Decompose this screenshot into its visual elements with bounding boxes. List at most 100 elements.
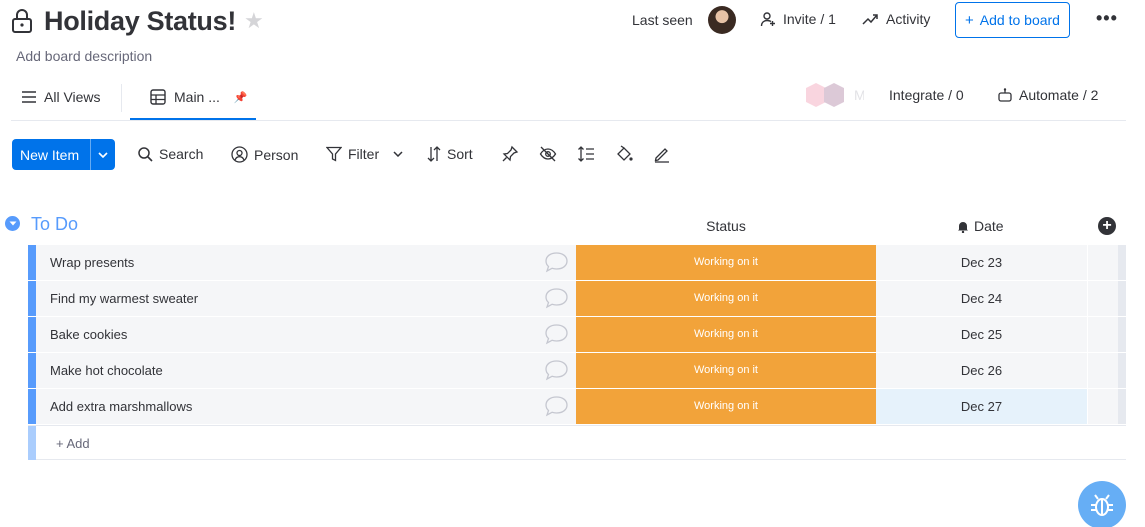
add-item-label[interactable]: + Add — [56, 436, 90, 451]
menu-icon — [22, 91, 36, 103]
all-views-button[interactable]: All Views — [22, 89, 101, 105]
group-color-bar — [28, 317, 36, 352]
row-edge — [1118, 245, 1126, 280]
main-tab-label: Main ... — [174, 89, 220, 105]
search-label: Search — [159, 146, 204, 162]
item-name-cell[interactable]: Find my warmest sweater — [36, 281, 576, 316]
date-column-label: Date — [974, 218, 1004, 234]
empty-cell — [1088, 281, 1118, 316]
row-edge — [1118, 389, 1126, 424]
item-name-cell[interactable]: Bake cookies — [36, 317, 576, 352]
status-cell[interactable]: Working on it — [576, 389, 876, 424]
comment-icon[interactable] — [544, 251, 569, 273]
activity-label: Activity — [886, 11, 931, 27]
status-cell[interactable]: Working on it — [576, 353, 876, 388]
search-button[interactable]: Search — [138, 146, 203, 162]
more-icon[interactable]: ••• — [1096, 8, 1118, 29]
group-collapse-toggle[interactable] — [5, 216, 20, 231]
invite-icon — [760, 12, 775, 27]
group-color-bar — [28, 281, 36, 316]
status-cell[interactable]: Working on it — [576, 281, 876, 316]
sort-icon — [427, 146, 441, 162]
empty-cell — [1088, 353, 1118, 388]
table-row[interactable]: Bake cookies Working on it Dec 25 — [28, 317, 1126, 352]
comment-icon[interactable] — [544, 359, 569, 381]
filter-button[interactable]: Filter — [326, 146, 403, 162]
table-row[interactable]: Find my warmest sweater Working on it Dec … — [28, 281, 1126, 316]
activity-button[interactable]: Activity — [862, 11, 930, 27]
status-cell[interactable]: Working on it — [576, 317, 876, 352]
row-edge — [1118, 281, 1126, 316]
add-item-row[interactable]: + Add — [28, 425, 1126, 460]
group-color-bar — [28, 353, 36, 388]
date-cell[interactable]: Dec 27 — [876, 389, 1087, 424]
bug-report-button[interactable] — [1078, 481, 1126, 527]
svg-text:M: M — [854, 87, 864, 103]
integrate-button[interactable]: Integrate / 0 — [889, 87, 964, 103]
tab-main-table[interactable]: Main ... 📌 — [150, 89, 248, 105]
item-name[interactable]: Make hot chocolate — [50, 363, 163, 378]
chevron-down-icon[interactable] — [90, 139, 115, 170]
item-name[interactable]: Wrap presents — [50, 255, 134, 270]
date-cell[interactable]: Dec 26 — [876, 353, 1087, 388]
automate-icon — [998, 88, 1012, 102]
add-column-plus-circle-icon[interactable]: + — [1098, 217, 1116, 235]
automate-button[interactable]: Automate / 2 — [997, 87, 1098, 103]
comment-icon[interactable] — [544, 287, 569, 309]
last-seen-label[interactable]: Last seen — [632, 12, 693, 28]
board-title[interactable]: Holiday Status! — [44, 6, 236, 37]
date-cell[interactable]: Dec 23 — [876, 245, 1087, 280]
table-row[interactable]: Make hot chocolate Working on it Dec 26 — [28, 353, 1126, 388]
group-color-bar — [28, 426, 36, 460]
add-to-board-label: Add to board — [979, 12, 1060, 28]
new-item-button[interactable]: New Item — [12, 139, 115, 170]
chevron-down-icon[interactable] — [393, 151, 403, 157]
table-row[interactable]: Wrap presents Working on it Dec 23 — [28, 245, 1126, 280]
date-cell[interactable]: Dec 24 — [876, 281, 1087, 316]
filter-label: Filter — [348, 146, 380, 162]
avatar[interactable] — [708, 6, 736, 34]
column-header-status[interactable]: Status — [576, 218, 876, 234]
person-label: Person — [254, 146, 299, 163]
pin-icon[interactable] — [501, 145, 519, 163]
bell-icon — [958, 221, 968, 233]
row-edge — [1118, 317, 1126, 352]
search-icon — [138, 146, 153, 162]
bug-icon — [1091, 494, 1113, 516]
empty-cell — [1088, 317, 1118, 352]
person-filter-button[interactable]: Person — [231, 146, 298, 163]
board-description[interactable]: Add board description — [16, 48, 152, 64]
pin-icon[interactable]: 📌 — [234, 91, 248, 104]
item-name-cell[interactable]: Make hot chocolate — [36, 353, 576, 388]
sort-button[interactable]: Sort — [427, 146, 473, 162]
date-cell[interactable]: Dec 25 — [876, 317, 1087, 352]
row-height-icon[interactable] — [577, 145, 595, 163]
table-row[interactable]: Add extra marshmallows Working on it Dec 2… — [28, 389, 1126, 424]
filter-icon — [326, 146, 342, 162]
star-icon[interactable]: ★ — [244, 10, 264, 32]
activity-icon — [862, 14, 878, 25]
item-name[interactable]: Add extra marshmallows — [50, 399, 192, 414]
all-views-label: All Views — [44, 89, 101, 105]
sort-label: Sort — [447, 146, 473, 162]
column-header-date[interactable]: Date — [957, 218, 1004, 234]
hide-icon[interactable] — [539, 145, 557, 163]
views-divider — [121, 84, 122, 112]
item-name-cell[interactable]: Add extra marshmallows — [36, 389, 576, 424]
new-item-label: New Item — [20, 146, 80, 163]
color-icon[interactable] — [615, 145, 633, 163]
comment-icon[interactable] — [544, 323, 569, 345]
empty-cell — [1088, 389, 1118, 424]
group-title[interactable]: To Do — [31, 214, 78, 235]
comment-icon[interactable] — [544, 395, 569, 417]
plus-icon: + — [965, 11, 974, 29]
item-name[interactable]: Find my warmest sweater — [50, 291, 198, 306]
item-name-cell[interactable]: Wrap presents — [36, 245, 576, 280]
invite-button[interactable]: Invite / 1 — [760, 11, 836, 27]
status-cell[interactable]: Working on it — [576, 245, 876, 280]
automate-label: Automate / 2 — [1019, 87, 1099, 103]
edit-icon[interactable] — [653, 145, 671, 163]
item-name[interactable]: Bake cookies — [50, 327, 127, 342]
add-to-board-button[interactable]: + Add to board — [955, 2, 1070, 38]
empty-cell — [1088, 245, 1118, 280]
